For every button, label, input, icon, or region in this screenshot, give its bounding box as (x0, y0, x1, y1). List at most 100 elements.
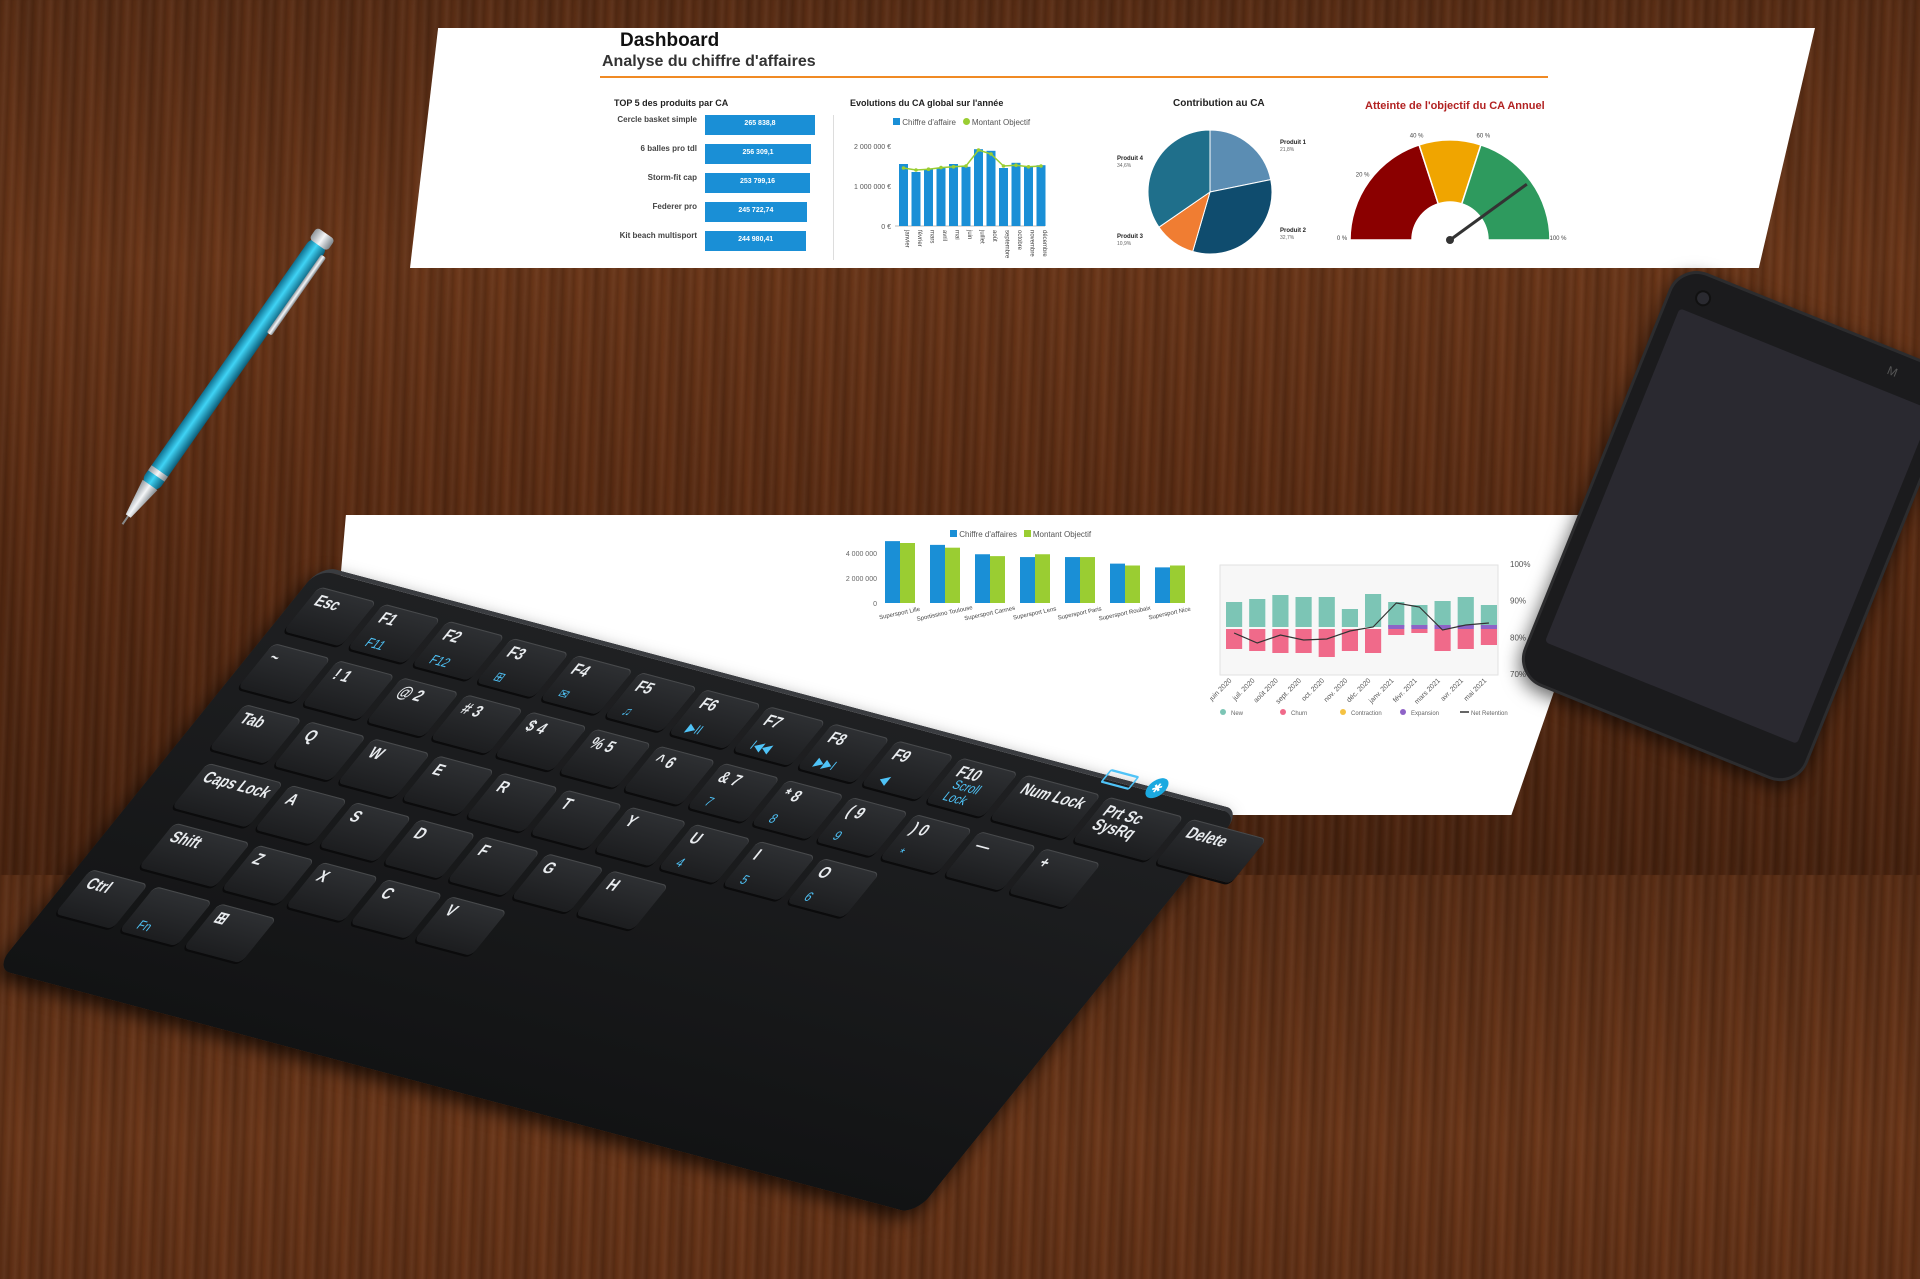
retention-month: sept. 2020 (1275, 677, 1303, 705)
retention-bar-new (1341, 609, 1358, 627)
key-label: F9 (887, 745, 916, 767)
key-label: Z (247, 850, 269, 869)
pen-barrel (143, 239, 326, 490)
retention-bar-new (1388, 602, 1405, 627)
retention-legend-marker (1340, 709, 1346, 715)
retention-bar-churn (1318, 629, 1335, 657)
key-label: Delete (1181, 824, 1233, 851)
store-ytick: 0 (873, 601, 877, 608)
retention-bar-new (1249, 599, 1266, 627)
store-bar-objective (945, 547, 960, 603)
key-secondary-label: 7 (700, 793, 718, 810)
retention-bar-new (1272, 595, 1289, 627)
key-label: F8 (823, 728, 852, 750)
key-label: F1 (373, 609, 402, 630)
store-bar-ca (930, 544, 945, 603)
retention-legend-marker (1280, 709, 1286, 715)
store-bar-ca (1110, 563, 1125, 603)
key-secondary-label: 5 (736, 872, 754, 888)
phone-brand: M (1885, 363, 1900, 380)
key-label: ^ 6 (649, 751, 681, 773)
retention-ytick: 90% (1510, 597, 1526, 606)
key-secondary-label: F12 (425, 651, 455, 671)
key-label: F6 (694, 694, 723, 716)
key-label: ! 1 (328, 665, 357, 687)
key-label: * 8 (777, 785, 807, 807)
retention-bar-churn (1411, 629, 1428, 633)
key-label: U (684, 829, 707, 849)
phone-camera (1692, 287, 1714, 309)
retention-bar-new (1411, 605, 1428, 627)
retention-month: mai 2021 (1463, 677, 1488, 702)
store-legend-obj-swatch (1023, 530, 1031, 537)
key-label: Esc (309, 592, 346, 615)
key-label: R (491, 778, 515, 798)
retention-bar-new (1434, 601, 1451, 627)
key-label: O (812, 863, 837, 883)
key-label: Y (620, 812, 643, 832)
key-label: C (376, 884, 399, 904)
key-label: ( 9 (841, 802, 870, 823)
key-label: F5 (630, 677, 659, 699)
key-label: H (601, 875, 625, 895)
key-label: Shift (164, 828, 207, 853)
key-label: F7 (758, 711, 788, 733)
retention-bar-churn (1341, 629, 1358, 651)
key-label: S (344, 807, 367, 827)
key-label: — (969, 836, 996, 857)
store-bar-objective (1170, 565, 1185, 603)
retention-bar-new (1226, 602, 1243, 627)
key-secondary-label: * (893, 845, 909, 860)
retention-bar-churn (1272, 629, 1289, 653)
retention-bar-new (1318, 597, 1335, 627)
store-category: Supersport Roubaix (1098, 606, 1151, 623)
retention-legend-marker (1220, 709, 1226, 715)
key-secondary-label: 9 (829, 828, 846, 844)
retention-legend-label: Expansion (1411, 711, 1439, 717)
store-bar-objective (1080, 557, 1095, 603)
key-label: ⊞ (209, 908, 234, 929)
key-label: I (748, 846, 766, 864)
retention-legend-label: Churn (1291, 711, 1307, 717)
retention-legend-marker (1400, 709, 1406, 715)
retention-bar-new (1457, 597, 1474, 627)
key-label: T (556, 795, 578, 814)
key-label: # 3 (456, 699, 488, 722)
store-category: Supersport Paris (1057, 606, 1102, 621)
retention-bar-churn (1365, 629, 1382, 653)
key-secondary-label: 6 (800, 889, 818, 905)
key-label: F4 (566, 660, 595, 681)
key-label: F (473, 841, 495, 861)
key-label: @ 2 (392, 682, 429, 706)
key-label: Ctrl (81, 874, 117, 898)
key-secondary-label: ✉ (554, 686, 574, 703)
store-bar-ca (1065, 557, 1080, 603)
retention-bar-expansion (1411, 625, 1428, 629)
retention-bar-churn (1226, 629, 1243, 649)
retention-legend-label: New (1231, 711, 1244, 717)
key-label: ~ (263, 648, 285, 668)
retention-bar-churn (1388, 629, 1405, 635)
retention-bar-expansion (1388, 625, 1405, 629)
key-label: ) 0 (905, 819, 934, 841)
retention-month: juin 2020 (1210, 677, 1233, 703)
retention-bar-new (1295, 597, 1312, 627)
store-bar-objective (900, 543, 915, 603)
retention-legend-label: Contraction (1351, 711, 1382, 717)
retention-bar-expansion (1480, 625, 1497, 629)
retention-chart: 100%90%80%70%juin 2020juil. 2020août 202… (1210, 560, 1530, 717)
store-bar-ca (1155, 567, 1170, 603)
retention-bar-churn (1434, 629, 1451, 651)
retention-bar-churn (1457, 629, 1474, 649)
key-secondary-label: ▶▶I (810, 754, 841, 774)
key-label: A (280, 790, 304, 810)
key-label: % 5 (584, 734, 621, 757)
store-bar-objective (990, 556, 1005, 603)
key-secondary-label: ⊞ (489, 669, 510, 685)
key-secondary-label: ▶II (682, 720, 707, 738)
store-category: Supersport Lens (1013, 607, 1057, 622)
store-bar-ca (975, 554, 990, 603)
store-bar-chart: 4 000 0002 000 0000Supersport LilleSport… (846, 541, 1192, 623)
key-label: Tab (235, 709, 271, 732)
retention-month: janv. 2021 (1367, 677, 1395, 705)
